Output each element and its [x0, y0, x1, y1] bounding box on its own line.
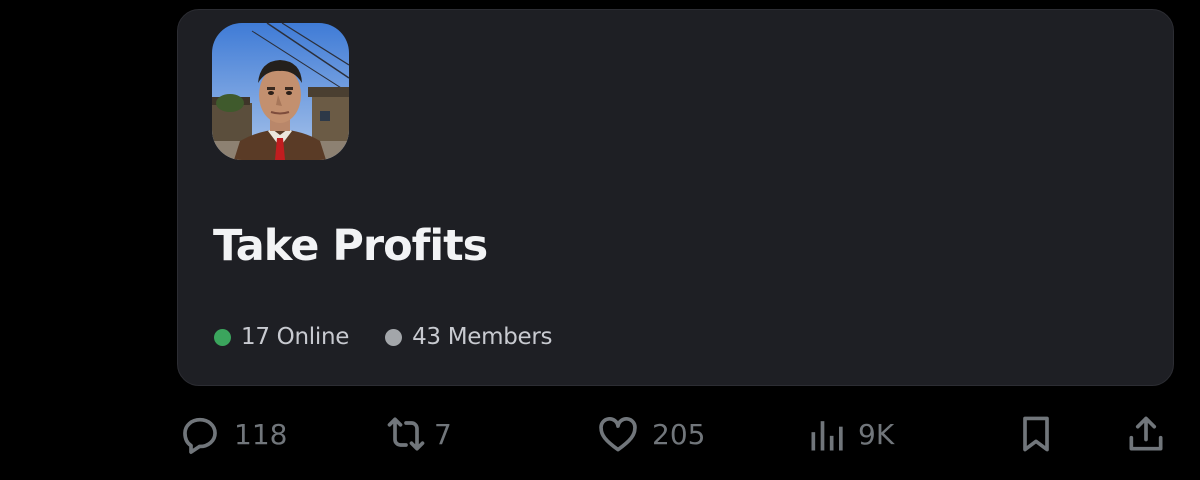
server-name: Take Profits — [213, 221, 488, 271]
member-count-label: 43 Members — [412, 324, 553, 350]
bookmark-icon — [1014, 412, 1058, 456]
post-embed-area: Take Profits 17 Online 43 Members 118 7 … — [0, 0, 1200, 480]
member-count: 43 Members — [385, 324, 553, 350]
server-invite-card[interactable]: Take Profits 17 Online 43 Members — [177, 9, 1174, 386]
repost-icon — [384, 412, 428, 456]
views-icon — [806, 412, 850, 456]
server-avatar-image — [212, 23, 349, 160]
repost-button[interactable]: 7 — [384, 410, 452, 458]
views-count: 9K — [858, 417, 895, 451]
server-stats: 17 Online 43 Members — [214, 322, 588, 352]
repost-count: 7 — [434, 417, 452, 451]
heart-icon — [596, 412, 640, 456]
share-icon — [1124, 412, 1168, 456]
reply-button[interactable]: 118 — [178, 410, 287, 458]
post-action-bar: 118 7 205 9K — [0, 410, 1200, 458]
online-status-dot — [214, 328, 231, 346]
views-button[interactable]: 9K — [806, 410, 894, 458]
share-button[interactable] — [1124, 410, 1168, 458]
online-count-label: 17 Online — [241, 324, 350, 350]
online-count: 17 Online — [214, 324, 349, 350]
bookmark-button[interactable] — [1014, 410, 1058, 458]
like-count: 205 — [652, 417, 706, 451]
reply-count: 118 — [234, 417, 288, 451]
members-status-dot — [385, 328, 403, 346]
reply-icon — [178, 412, 222, 456]
like-button[interactable]: 205 — [596, 410, 705, 458]
